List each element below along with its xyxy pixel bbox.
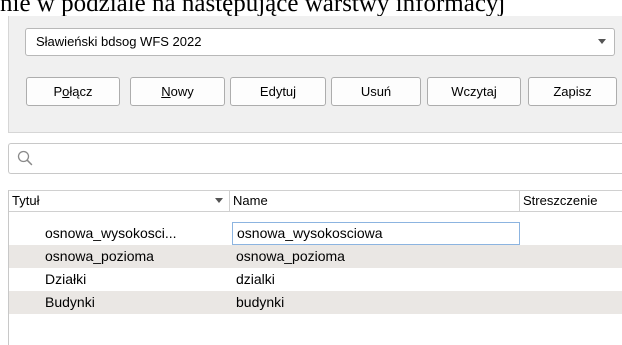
table-row[interactable]: Budynki budynki (9, 291, 622, 314)
layers-table: Tytuł Name Streszczenie osnowa_wysokosci… (8, 190, 622, 345)
save-button[interactable]: Zapisz (528, 77, 617, 106)
cell-title: osnowa_pozioma (45, 248, 154, 264)
column-header-abstract[interactable]: Streszczenie (520, 191, 622, 211)
search-icon (17, 150, 33, 166)
cell-name: osnowa_pozioma (236, 248, 345, 264)
connection-select[interactable]: Sławieński bdsog WFS 2022 (25, 28, 615, 56)
connect-button[interactable]: Połącz (26, 77, 120, 106)
sort-descending-icon (215, 198, 223, 203)
column-header-title[interactable]: Tytuł (9, 191, 229, 211)
cell-title: Budynki (45, 294, 95, 310)
cell-title: Działki (45, 271, 87, 287)
table-row[interactable]: osnowa_pozioma osnowa_pozioma (9, 245, 622, 268)
search-input[interactable] (8, 143, 622, 174)
column-header-name[interactable]: Name (230, 191, 519, 211)
delete-button[interactable]: Usuń (331, 77, 421, 106)
table-row[interactable]: osnowa_wysokosci... osnowa_wysokosciowa (9, 222, 622, 245)
server-connection-panel: Sławieński bdsog WFS 2022 Połącz Nowy Ed… (8, 16, 622, 133)
cell-name[interactable]: osnowa_wysokosciowa (232, 222, 520, 245)
cell-name: budynki (236, 294, 285, 310)
new-button[interactable]: Nowy (130, 77, 225, 106)
edit-button[interactable]: Edytuj (230, 77, 326, 106)
table-header: Tytuł Name Streszczenie (9, 190, 622, 212)
connection-select-value: Sławieński bdsog WFS 2022 (36, 34, 202, 49)
chevron-down-icon[interactable] (598, 39, 606, 44)
table-row[interactable]: Działki dzialki (9, 268, 622, 291)
cell-name: dzialki (236, 271, 275, 287)
load-button[interactable]: Wczytaj (427, 77, 521, 106)
cell-title: osnowa_wysokosci... (45, 225, 177, 241)
